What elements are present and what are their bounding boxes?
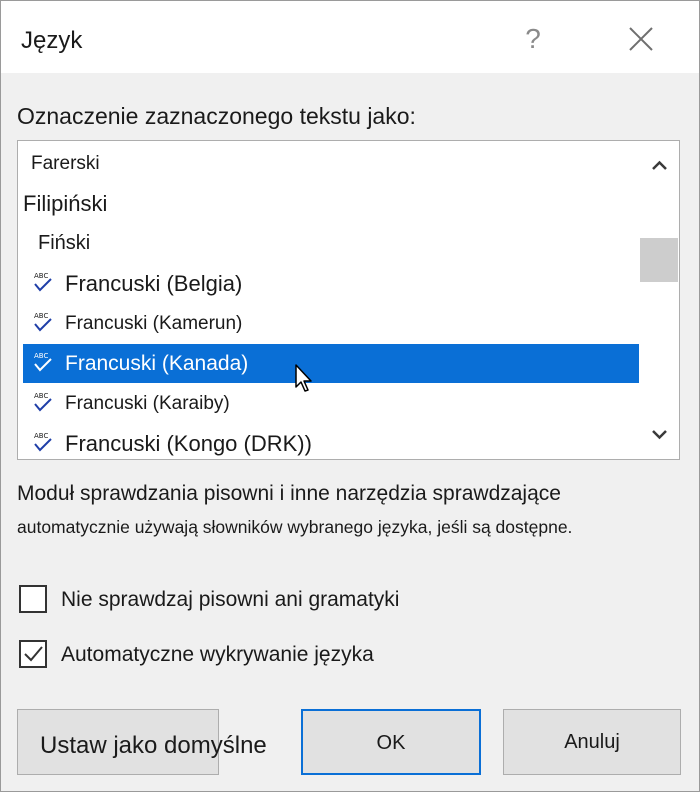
scroll-thumb[interactable]	[640, 238, 678, 282]
language-listbox[interactable]: Farerski Filipiński Fiński ABC Francuski…	[17, 140, 680, 460]
set-default-button[interactable]: Ustaw jako domyślne	[17, 709, 267, 775]
svg-text:ABC: ABC	[34, 392, 48, 400]
abc-check-icon: ABC	[33, 310, 53, 334]
set-default-label: Ustaw jako domyślne	[40, 732, 267, 759]
abc-check-icon: ABC	[33, 430, 53, 454]
auto-detect-label: Automatyczne wykrywanie języka	[61, 643, 374, 666]
list-item[interactable]: ABC Francuski (Kamerun)	[23, 304, 639, 343]
help-button[interactable]: ?	[513, 19, 553, 59]
list-item-label: Fiński	[38, 232, 91, 254]
description-line-2: automatycznie używają słowników wybraneg…	[17, 517, 573, 537]
ok-button[interactable]: OK	[301, 709, 481, 775]
title-bar: Język ?	[1, 1, 699, 73]
list-item-selected[interactable]: ABC Francuski (Kanada)	[23, 344, 639, 383]
dialog-title: Język	[21, 27, 83, 54]
list-item[interactable]: ABC Francuski (Karaiby)	[23, 384, 639, 423]
scroll-up-button[interactable]	[640, 145, 679, 185]
language-list-label: Oznaczenie zaznaczonego tekstu jako:	[17, 103, 416, 129]
abc-check-icon: ABC	[33, 350, 53, 374]
list-item-label: Francuski (Karaiby)	[65, 393, 230, 414]
close-button[interactable]	[619, 17, 663, 61]
svg-text:ABC: ABC	[34, 272, 48, 280]
abc-check-icon: ABC	[33, 270, 53, 294]
scroll-down-button[interactable]	[640, 415, 679, 455]
chevron-up-icon	[652, 160, 667, 170]
auto-detect-checkbox[interactable]	[19, 640, 47, 668]
close-icon	[629, 27, 653, 51]
list-item-label: Francuski (Kongo (DRK))	[65, 431, 312, 456]
list-item[interactable]: Filipiński	[23, 184, 639, 223]
list-item[interactable]: Fiński	[23, 224, 639, 263]
list-item[interactable]: Farerski	[23, 144, 639, 183]
list-item-label: Farerski	[31, 153, 100, 174]
chevron-down-icon	[652, 430, 667, 440]
list-item-label: Francuski (Kanada)	[65, 352, 249, 375]
mouse-pointer-icon	[294, 363, 316, 393]
checkmark-icon	[24, 646, 43, 662]
abc-check-icon: ABC	[33, 390, 53, 414]
svg-text:ABC: ABC	[34, 432, 48, 440]
language-dialog: Język ? Oznaczenie zaznaczonego tekstu j…	[0, 0, 700, 792]
svg-text:ABC: ABC	[34, 312, 48, 320]
list-scrollbar[interactable]	[640, 141, 679, 459]
cancel-button[interactable]: Anuluj	[503, 709, 681, 775]
help-icon: ?	[525, 23, 541, 54]
description-line-1: Moduł sprawdzania pisowni i inne narzędz…	[17, 482, 561, 505]
svg-text:ABC: ABC	[34, 352, 48, 360]
list-item-label: Filipiński	[23, 191, 108, 216]
no-proofing-checkbox[interactable]	[19, 585, 47, 613]
list-item-label: Francuski (Belgia)	[65, 271, 243, 296]
list-item-label: Francuski (Kamerun)	[65, 313, 243, 334]
no-proofing-label: Nie sprawdzaj pisowni ani gramatyki	[61, 588, 400, 611]
list-item[interactable]: ABC Francuski (Belgia)	[23, 264, 639, 303]
list-item[interactable]: ABC Francuski (Kongo (DRK))	[23, 424, 639, 459]
